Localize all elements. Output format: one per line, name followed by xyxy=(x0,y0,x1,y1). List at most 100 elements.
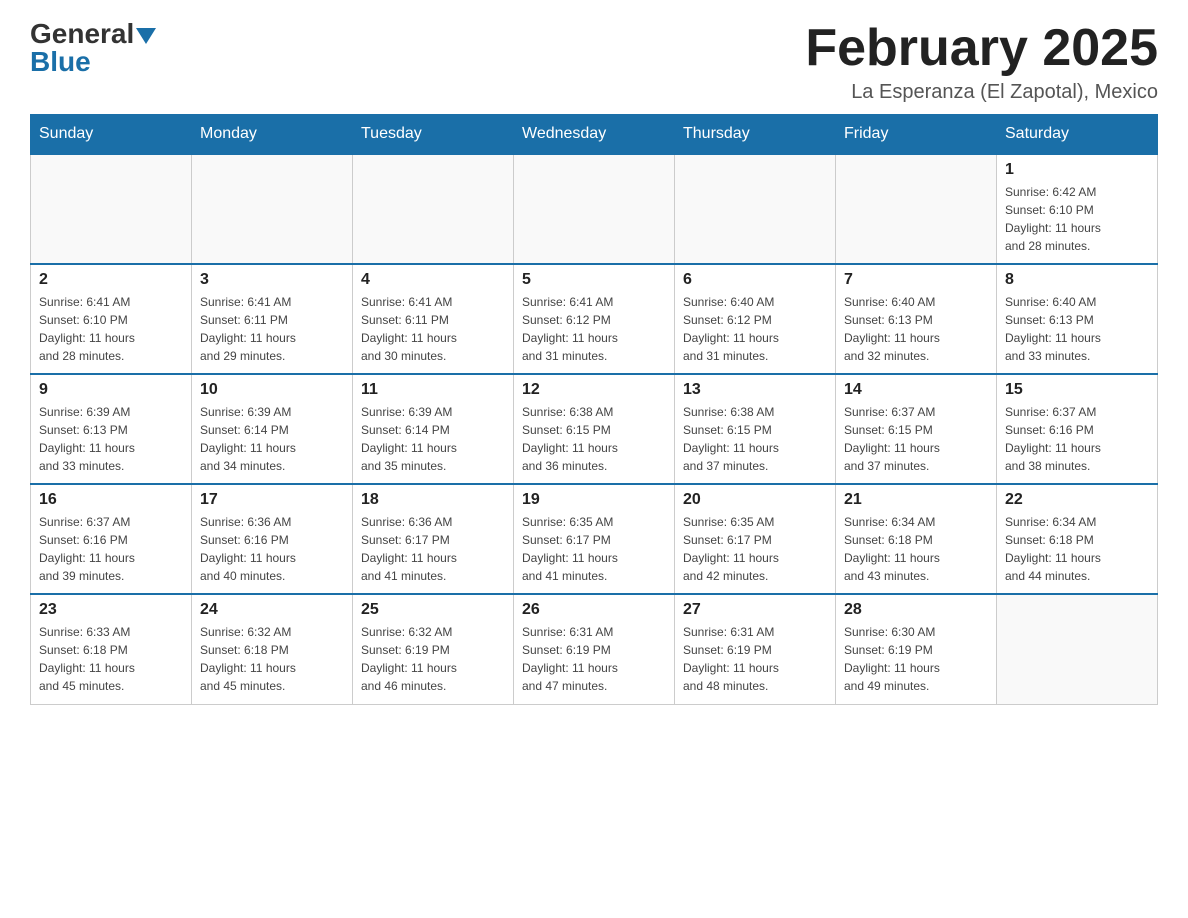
logo-general-text: General xyxy=(30,20,156,48)
calendar-cell xyxy=(31,154,192,264)
day-number: 20 xyxy=(683,491,827,509)
day-info: Sunrise: 6:40 AM Sunset: 6:12 PM Dayligh… xyxy=(683,293,827,365)
calendar-cell: 6 Sunrise: 6:40 AM Sunset: 6:12 PM Daylig… xyxy=(675,264,836,374)
day-info: Sunrise: 6:41 AM Sunset: 6:11 PM Dayligh… xyxy=(361,293,505,365)
weekday-header-thursday: Thursday xyxy=(675,115,836,155)
day-number: 1 xyxy=(1005,161,1149,179)
calendar-cell: 4 Sunrise: 6:41 AM Sunset: 6:11 PM Daylig… xyxy=(353,264,514,374)
calendar-cell: 27Sunrise: 6:31 AM Sunset: 6:19 PM Dayli… xyxy=(675,594,836,704)
calendar-cell: 9 Sunrise: 6:39 AM Sunset: 6:13 PM Daylig… xyxy=(31,374,192,484)
day-info: Sunrise: 6:30 AM Sunset: 6:19 PM Dayligh… xyxy=(844,623,988,695)
weekday-header-tuesday: Tuesday xyxy=(353,115,514,155)
day-number: 19 xyxy=(522,491,666,509)
day-number: 26 xyxy=(522,601,666,619)
day-number: 24 xyxy=(200,601,344,619)
day-info: Sunrise: 6:39 AM Sunset: 6:14 PM Dayligh… xyxy=(200,403,344,475)
calendar-week-row: 2Sunrise: 6:41 AM Sunset: 6:10 PM Daylig… xyxy=(31,264,1158,374)
day-number: 4 xyxy=(361,271,505,289)
day-info: Sunrise: 6:40 AM Sunset: 6:13 PM Dayligh… xyxy=(844,293,988,365)
calendar-cell: 8 Sunrise: 6:40 AM Sunset: 6:13 PM Daylig… xyxy=(997,264,1158,374)
calendar-cell: 23Sunrise: 6:33 AM Sunset: 6:18 PM Dayli… xyxy=(31,594,192,704)
day-info: Sunrise: 6:32 AM Sunset: 6:19 PM Dayligh… xyxy=(361,623,505,695)
calendar-cell: 21Sunrise: 6:34 AM Sunset: 6:18 PM Dayli… xyxy=(836,484,997,594)
day-number: 28 xyxy=(844,601,988,619)
calendar-cell xyxy=(192,154,353,264)
day-number: 16 xyxy=(39,491,183,509)
calendar-cell xyxy=(997,594,1158,704)
calendar-cell: 1 Sunrise: 6:42 AM Sunset: 6:10 PM Daylig… xyxy=(997,154,1158,264)
calendar-cell: 25 Sunrise: 6:32 AM Sunset: 6:19 PM Dayli… xyxy=(353,594,514,704)
weekday-header-friday: Friday xyxy=(836,115,997,155)
weekday-header-sunday: Sunday xyxy=(31,115,192,155)
day-number: 5 xyxy=(522,271,666,289)
calendar-cell xyxy=(353,154,514,264)
month-title: February 2025 xyxy=(805,20,1158,77)
day-info: Sunrise: 6:38 AM Sunset: 6:15 PM Dayligh… xyxy=(522,403,666,475)
day-info: Sunrise: 6:37 AM Sunset: 6:16 PM Dayligh… xyxy=(1005,403,1149,475)
calendar-cell: 20 Sunrise: 6:35 AM Sunset: 6:17 PM Dayli… xyxy=(675,484,836,594)
day-number: 3 xyxy=(200,271,344,289)
weekday-header-monday: Monday xyxy=(192,115,353,155)
calendar-cell xyxy=(836,154,997,264)
calendar-cell: 3 Sunrise: 6:41 AM Sunset: 6:11 PM Daylig… xyxy=(192,264,353,374)
weekday-header-saturday: Saturday xyxy=(997,115,1158,155)
day-number: 9 xyxy=(39,381,183,399)
weekday-header-wednesday: Wednesday xyxy=(514,115,675,155)
day-number: 12 xyxy=(522,381,666,399)
day-number: 15 xyxy=(1005,381,1149,399)
calendar-cell: 19 Sunrise: 6:35 AM Sunset: 6:17 PM Dayli… xyxy=(514,484,675,594)
calendar-cell: 16 Sunrise: 6:37 AM Sunset: 6:16 PM Dayli… xyxy=(31,484,192,594)
calendar-cell: 7 Sunrise: 6:40 AM Sunset: 6:13 PM Daylig… xyxy=(836,264,997,374)
calendar-week-row: 9 Sunrise: 6:39 AM Sunset: 6:13 PM Daylig… xyxy=(31,374,1158,484)
calendar-cell: 15 Sunrise: 6:37 AM Sunset: 6:16 PM Dayli… xyxy=(997,374,1158,484)
day-info: Sunrise: 6:35 AM Sunset: 6:17 PM Dayligh… xyxy=(683,513,827,585)
page-header: General Blue February 2025 La Esperanza … xyxy=(30,20,1158,104)
day-info: Sunrise: 6:34 AM Sunset: 6:18 PM Dayligh… xyxy=(1005,513,1149,585)
day-info: Sunrise: 6:37 AM Sunset: 6:15 PM Dayligh… xyxy=(844,403,988,475)
day-number: 25 xyxy=(361,601,505,619)
day-number: 22 xyxy=(1005,491,1149,509)
calendar-cell: 11 Sunrise: 6:39 AM Sunset: 6:14 PM Dayli… xyxy=(353,374,514,484)
calendar-cell: 10 Sunrise: 6:39 AM Sunset: 6:14 PM Dayli… xyxy=(192,374,353,484)
calendar-header-row: SundayMondayTuesdayWednesdayThursdayFrid… xyxy=(31,115,1158,155)
day-number: 14 xyxy=(844,381,988,399)
day-info: Sunrise: 6:40 AM Sunset: 6:13 PM Dayligh… xyxy=(1005,293,1149,365)
calendar-cell: 18Sunrise: 6:36 AM Sunset: 6:17 PM Dayli… xyxy=(353,484,514,594)
logo-blue-text: Blue xyxy=(30,48,91,76)
day-number: 2 xyxy=(39,271,183,289)
day-info: Sunrise: 6:31 AM Sunset: 6:19 PM Dayligh… xyxy=(522,623,666,695)
calendar-cell: 2Sunrise: 6:41 AM Sunset: 6:10 PM Daylig… xyxy=(31,264,192,374)
calendar-week-row: 1 Sunrise: 6:42 AM Sunset: 6:10 PM Daylig… xyxy=(31,154,1158,264)
day-info: Sunrise: 6:41 AM Sunset: 6:11 PM Dayligh… xyxy=(200,293,344,365)
day-info: Sunrise: 6:33 AM Sunset: 6:18 PM Dayligh… xyxy=(39,623,183,695)
day-number: 17 xyxy=(200,491,344,509)
day-number: 6 xyxy=(683,271,827,289)
day-info: Sunrise: 6:39 AM Sunset: 6:14 PM Dayligh… xyxy=(361,403,505,475)
calendar-week-row: 16 Sunrise: 6:37 AM Sunset: 6:16 PM Dayli… xyxy=(31,484,1158,594)
logo-arrow-icon xyxy=(136,28,156,44)
calendar-cell: 24 Sunrise: 6:32 AM Sunset: 6:18 PM Dayli… xyxy=(192,594,353,704)
day-info: Sunrise: 6:42 AM Sunset: 6:10 PM Dayligh… xyxy=(1005,183,1149,255)
day-info: Sunrise: 6:32 AM Sunset: 6:18 PM Dayligh… xyxy=(200,623,344,695)
calendar-table: SundayMondayTuesdayWednesdayThursdayFrid… xyxy=(30,114,1158,705)
day-info: Sunrise: 6:35 AM Sunset: 6:17 PM Dayligh… xyxy=(522,513,666,585)
day-number: 8 xyxy=(1005,271,1149,289)
logo: General Blue xyxy=(30,20,156,76)
title-section: February 2025 La Esperanza (El Zapotal),… xyxy=(805,20,1158,104)
day-number: 10 xyxy=(200,381,344,399)
calendar-cell: 17Sunrise: 6:36 AM Sunset: 6:16 PM Dayli… xyxy=(192,484,353,594)
calendar-cell: 28 Sunrise: 6:30 AM Sunset: 6:19 PM Dayli… xyxy=(836,594,997,704)
calendar-cell: 26 Sunrise: 6:31 AM Sunset: 6:19 PM Dayli… xyxy=(514,594,675,704)
calendar-cell xyxy=(675,154,836,264)
calendar-cell: 12 Sunrise: 6:38 AM Sunset: 6:15 PM Dayli… xyxy=(514,374,675,484)
day-info: Sunrise: 6:39 AM Sunset: 6:13 PM Dayligh… xyxy=(39,403,183,475)
day-info: Sunrise: 6:37 AM Sunset: 6:16 PM Dayligh… xyxy=(39,513,183,585)
day-info: Sunrise: 6:41 AM Sunset: 6:12 PM Dayligh… xyxy=(522,293,666,365)
day-info: Sunrise: 6:38 AM Sunset: 6:15 PM Dayligh… xyxy=(683,403,827,475)
day-number: 11 xyxy=(361,381,505,399)
calendar-cell: 14 Sunrise: 6:37 AM Sunset: 6:15 PM Dayli… xyxy=(836,374,997,484)
day-number: 7 xyxy=(844,271,988,289)
calendar-cell xyxy=(514,154,675,264)
day-number: 27 xyxy=(683,601,827,619)
location-label: La Esperanza (El Zapotal), Mexico xyxy=(805,81,1158,104)
